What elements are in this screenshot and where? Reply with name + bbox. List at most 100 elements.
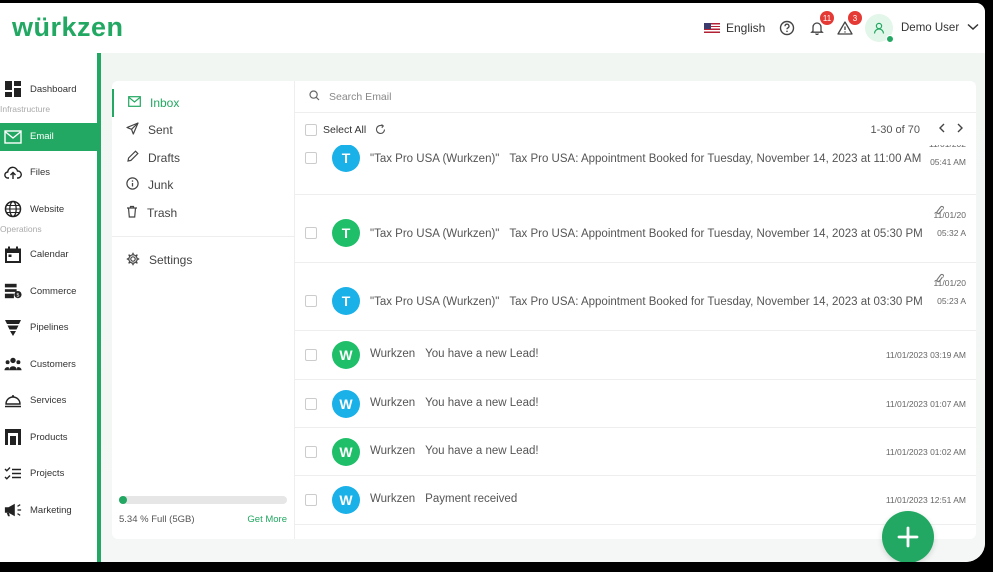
sidebar-item-email[interactable]: Email	[0, 122, 97, 151]
storage-usage: 5.34 % Full (5GB) Get More	[119, 496, 287, 525]
sidebar-item-calendar[interactable]: Calendar	[0, 237, 97, 274]
compose-button[interactable]	[882, 511, 934, 562]
sidebar-item-label: Calendar	[30, 249, 69, 261]
email-date: 11/01/20 05:32 A	[934, 210, 966, 238]
email-sender: Wurkzen	[370, 493, 416, 505]
email-date: 11/01/202 05:41 AM	[929, 145, 966, 167]
row-checkbox[interactable]	[305, 227, 317, 239]
email-date-line: 11/01/2023 03:19 AM	[885, 350, 966, 360]
sender-avatar: T	[332, 219, 360, 247]
email-row[interactable]: W Wurkzen You have a new Lead! 11/01/2023 0…	[295, 380, 976, 428]
storage-bar	[119, 496, 287, 504]
email-row[interactable]: W Wurkzen You have a new Lead! 11/01/2023 0…	[295, 428, 976, 476]
email-subject: Tax Pro USA: Appointment Booked for Tues…	[509, 296, 923, 308]
email-row[interactable]: T "Tax Pro USA (Wurkzen)" Tax Pro USA: App…	[295, 145, 976, 195]
email-row[interactable]: T "Tax Pro USA (Wurkzen)" Tax Pro USA: App…	[295, 263, 976, 331]
sidebar-item-marketing[interactable]: Marketing	[0, 492, 97, 529]
inbox-icon	[128, 95, 141, 110]
email-sender: Wurkzen	[370, 397, 416, 409]
email-summary: Wurkzen You have a new Lead!	[370, 397, 539, 409]
sidebar-item-services[interactable]: Services	[0, 383, 97, 420]
logo[interactable]: würkzen	[12, 12, 124, 43]
email-date-line: 11/01/20	[933, 278, 966, 288]
select-all-checkbox[interactable]	[305, 123, 317, 136]
refresh-icon[interactable]	[375, 124, 386, 135]
email-date-line: 11/01/2023 12:51 AM	[885, 495, 966, 505]
funnel-icon	[4, 319, 22, 337]
info-icon	[126, 177, 139, 193]
email-time-line: 05:41 AM	[930, 157, 966, 167]
email-row[interactable]: W Wurkzen You have a new Lead! 11/01/2023 0…	[295, 331, 976, 380]
sidebar-item-products[interactable]: Products	[0, 419, 97, 456]
checklist-icon	[4, 465, 22, 483]
row-checkbox[interactable]	[305, 152, 317, 164]
email-time-line: 05:23 A	[937, 296, 966, 306]
folder-inbox[interactable]: Inbox	[112, 89, 294, 117]
notifications-button[interactable]: 11	[806, 3, 834, 53]
email-date: 11/01/2023 03:19 AM	[886, 350, 966, 360]
email-summary: "Tax Pro USA (Wurkzen)" Tax Pro USA: Appo…	[370, 153, 921, 165]
help-icon	[776, 17, 798, 39]
sidebar-item-label: Files	[30, 167, 51, 179]
gear-icon	[126, 252, 140, 269]
email-sender: Wurkzen	[370, 348, 416, 360]
get-more-link[interactable]: Get More	[247, 514, 287, 525]
pencil-icon	[126, 150, 139, 166]
search-input[interactable]	[329, 90, 729, 103]
sidebar-item-label: Products	[30, 431, 68, 443]
alerts-button[interactable]: 3	[834, 3, 862, 53]
row-checkbox[interactable]	[305, 446, 317, 458]
sidebar-item-label: Website	[30, 203, 65, 215]
people-icon	[4, 355, 22, 373]
sidebar-item-commerce[interactable]: $ Commerce	[0, 273, 97, 310]
sidebar-item-label: Marketing	[30, 504, 72, 516]
row-checkbox[interactable]	[305, 349, 317, 361]
sidebar-section-label: Infrastructure	[0, 103, 51, 114]
folder-trash[interactable]: Trash	[112, 199, 294, 227]
sidebar-item-pipelines[interactable]: Pipelines	[0, 310, 97, 347]
chevron-right-icon[interactable]	[956, 123, 964, 136]
sender-avatar: W	[332, 438, 360, 466]
sidebar-item-projects[interactable]: Projects	[0, 456, 97, 493]
email-subject: Tax Pro USA: Appointment Booked for Tues…	[509, 228, 923, 240]
sidebar-item-label: Projects	[30, 468, 65, 480]
sidebar-section-label: Operations	[0, 223, 42, 234]
user-name: Demo User	[901, 22, 960, 34]
row-checkbox[interactable]	[305, 295, 317, 307]
app-window: würkzen English 11 3 Demo User Dashboard…	[0, 0, 988, 565]
language-selector[interactable]: English	[704, 3, 765, 53]
folder-sent[interactable]: Sent	[112, 117, 294, 145]
email-subject: You have a new Lead!	[425, 445, 539, 457]
folder-settings[interactable]: Settings	[112, 247, 294, 275]
email-subject: You have a new Lead!	[425, 348, 539, 360]
email-sender: Wurkzen	[370, 445, 416, 457]
chevron-left-icon[interactable]	[938, 123, 946, 136]
store-icon	[4, 428, 22, 446]
email-summary: Wurkzen You have a new Lead!	[370, 445, 539, 457]
email-summary: "Tax Pro USA (Wurkzen)" Tax Pro USA: Appo…	[370, 296, 923, 308]
email-date-line: 11/01/202	[929, 145, 966, 149]
row-checkbox[interactable]	[305, 494, 317, 506]
email-summary: Wurkzen You have a new Lead!	[370, 348, 539, 360]
trash-icon	[126, 205, 138, 221]
sidebar-item-files[interactable]: Files	[0, 155, 97, 192]
dashboard-icon	[4, 80, 22, 98]
divider	[112, 235, 294, 237]
mail-icon	[4, 128, 22, 146]
user-menu[interactable]: Demo User	[865, 3, 979, 53]
folder-drafts[interactable]: Drafts	[112, 144, 294, 172]
email-date-line: 11/01/2023 01:07 AM	[885, 399, 966, 409]
email-row[interactable]: T "Tax Pro USA (Wurkzen)" Tax Pro USA: App…	[295, 195, 976, 263]
sidebar-item-label: Commerce	[30, 285, 77, 297]
folder-label: Sent	[148, 123, 173, 138]
online-status-dot	[886, 35, 894, 43]
folder-junk[interactable]: Junk	[112, 172, 294, 200]
sidebar-item-label: Dashboard	[30, 83, 77, 95]
help-button[interactable]	[776, 3, 798, 53]
email-row[interactable]: W Wurkzen Payment received 11/01/2023 12:51…	[295, 476, 976, 525]
svg-text:$: $	[16, 293, 19, 299]
sidebar-item-customers[interactable]: Customers	[0, 346, 97, 383]
folder-label: Settings	[149, 253, 193, 268]
sender-avatar: W	[332, 390, 360, 418]
row-checkbox[interactable]	[305, 398, 317, 410]
